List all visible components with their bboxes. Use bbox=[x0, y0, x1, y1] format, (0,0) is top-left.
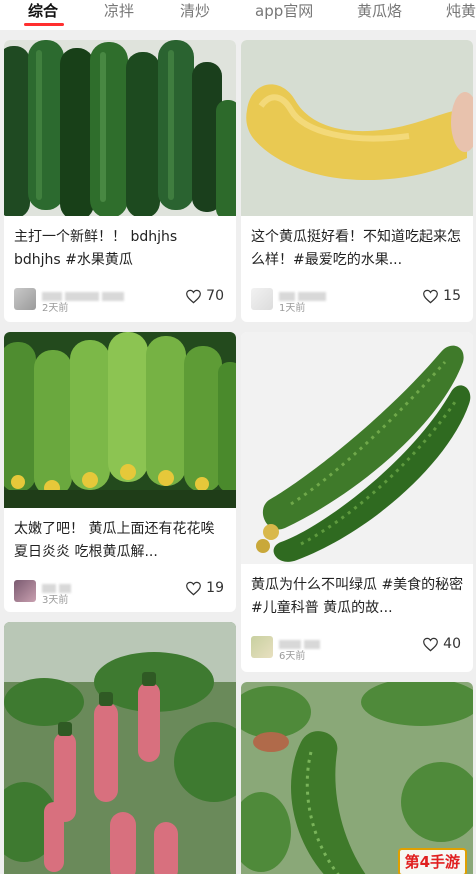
avatar[interactable] bbox=[14, 580, 36, 602]
post-card[interactable]: 太嫩了吧！ 黄瓜上面还有花花唉 夏日炎炎 吃根黄瓜解... 3天前 19 bbox=[4, 332, 236, 612]
post-feed[interactable]: 主打一个新鲜！！ bdhjhs bdhjhs #水果黄瓜 2天前 70 这个黄瓜… bbox=[0, 30, 476, 874]
post-time: 2天前 bbox=[42, 303, 69, 314]
post-photo-yellow-cucumber[interactable] bbox=[241, 40, 473, 216]
like-count: 15 bbox=[443, 288, 461, 304]
avatar[interactable] bbox=[14, 288, 36, 310]
heart-icon bbox=[186, 581, 202, 595]
tab-app-official[interactable]: app官网 bbox=[255, 0, 313, 24]
post-title[interactable]: 黄瓜为什么不叫绿瓜 #美食的秘密 #儿童科普 黄瓜的故... bbox=[251, 574, 465, 620]
post-title[interactable]: 这个黄瓜挺好看！不知道吃起来怎么样！#最爱吃的水果... bbox=[251, 226, 465, 272]
like-button[interactable]: 70 bbox=[185, 288, 224, 304]
post-card[interactable]: 第4手游 bbox=[241, 682, 473, 874]
post-meta: 1天前 15 bbox=[251, 286, 465, 316]
tab-cold-dish[interactable]: 凉拌 bbox=[104, 0, 134, 24]
post-time: 1天前 bbox=[279, 303, 306, 314]
like-count: 19 bbox=[206, 580, 224, 596]
post-photo-cucumber-in-garden[interactable] bbox=[241, 682, 473, 874]
heart-icon bbox=[186, 289, 202, 303]
like-button[interactable]: 15 bbox=[422, 288, 461, 304]
post-meta: 3天前 19 bbox=[14, 578, 228, 608]
post-card[interactable] bbox=[4, 622, 236, 874]
site-watermark: 第4手游 bbox=[397, 848, 467, 874]
username-blurred[interactable] bbox=[279, 634, 369, 649]
tab-stew[interactable]: 炖黄 bbox=[446, 0, 476, 24]
avatar[interactable] bbox=[251, 636, 273, 658]
post-meta: 2天前 70 bbox=[14, 286, 228, 316]
heart-icon bbox=[423, 637, 439, 651]
post-card[interactable]: 黄瓜为什么不叫绿瓜 #美食的秘密 #儿童科普 黄瓜的故... 6天前 40 bbox=[241, 332, 473, 672]
avatar[interactable] bbox=[251, 288, 273, 310]
post-title[interactable]: 主打一个新鲜！！ bdhjhs bdhjhs #水果黄瓜 bbox=[14, 226, 228, 272]
post-photo-pink-cucumbers-on-vine[interactable] bbox=[4, 622, 236, 874]
username-blurred[interactable] bbox=[42, 286, 132, 301]
heart-icon bbox=[423, 289, 439, 303]
post-photo-cucumbers-with-flowers[interactable] bbox=[4, 332, 236, 508]
tab-cucumber-pancake[interactable]: 黄瓜烙 bbox=[357, 0, 402, 24]
post-meta: 6天前 40 bbox=[251, 634, 465, 664]
post-time: 3天前 bbox=[42, 595, 69, 606]
post-card[interactable]: 主打一个新鲜！！ bdhjhs bdhjhs #水果黄瓜 2天前 70 bbox=[4, 40, 236, 322]
tab-general[interactable]: 综合 bbox=[28, 0, 58, 24]
tab-stir-fry[interactable]: 清炒 bbox=[180, 0, 210, 24]
username-blurred[interactable] bbox=[279, 286, 369, 301]
category-tab-bar: 综合 凉拌 清炒 app官网 黄瓜烙 炖黄 bbox=[0, 0, 476, 30]
like-count: 40 bbox=[443, 636, 461, 652]
post-title[interactable]: 太嫩了吧！ 黄瓜上面还有花花唉 夏日炎炎 吃根黄瓜解... bbox=[14, 518, 228, 564]
like-count: 70 bbox=[206, 288, 224, 304]
like-button[interactable]: 40 bbox=[422, 636, 461, 652]
post-photo-cucumbers-pile[interactable] bbox=[4, 40, 236, 216]
username-blurred[interactable] bbox=[42, 578, 132, 593]
post-card[interactable]: 这个黄瓜挺好看！不知道吃起来怎么样！#最爱吃的水果... 1天前 15 bbox=[241, 40, 473, 322]
active-tab-indicator bbox=[24, 23, 64, 26]
like-button[interactable]: 19 bbox=[185, 580, 224, 596]
post-photo-two-cucumbers[interactable] bbox=[241, 332, 473, 564]
post-time: 6天前 bbox=[279, 651, 306, 662]
